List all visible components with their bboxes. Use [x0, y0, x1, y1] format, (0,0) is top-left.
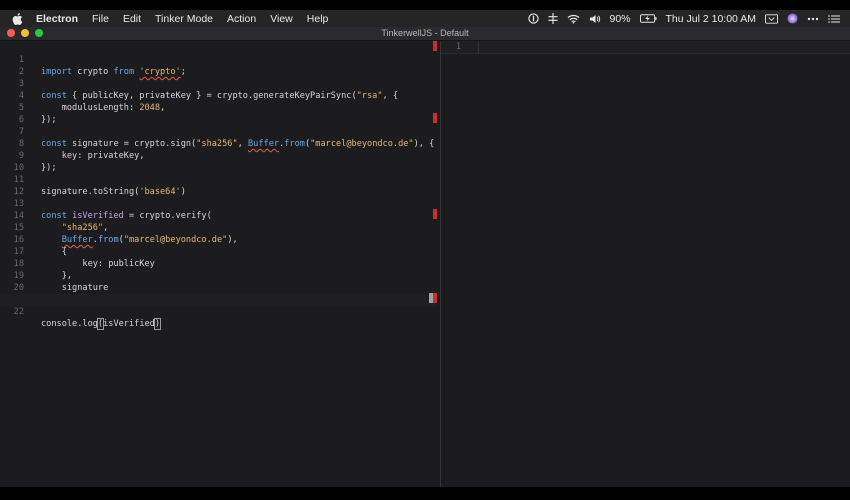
- code-line[interactable]: 11 signature.toString('base64'): [0, 162, 437, 197]
- menu-tinker-mode[interactable]: Tinker Mode: [155, 13, 213, 25]
- menu-edit[interactable]: Edit: [123, 13, 141, 25]
- error-marker[interactable]: [433, 209, 437, 219]
- volume-icon[interactable]: [589, 14, 601, 24]
- battery-percentage: 90%: [609, 12, 631, 25]
- app-window: TinkerwellJS - Default 1 import crypto f…: [0, 27, 850, 487]
- code-line[interactable]: 20 ): [0, 270, 437, 305]
- one-password-icon[interactable]: [527, 13, 539, 24]
- code-line[interactable]: 17 key: publicKey: [0, 234, 437, 269]
- code-editor[interactable]: 1 import crypto from 'crypto'; 2 3 const…: [0, 41, 437, 330]
- menubar-clock[interactable]: Thu Jul 2 10:00 AM: [666, 13, 756, 25]
- output-line[interactable]: 1: [441, 41, 850, 54]
- code-line[interactable]: 12: [0, 174, 437, 197]
- apple-icon[interactable]: [12, 12, 26, 25]
- line-number: 1: [455, 42, 461, 52]
- code-line[interactable]: 13 const isVerified = crypto.verify(: [0, 186, 437, 221]
- siri-icon[interactable]: [787, 13, 798, 24]
- code-line[interactable]: 8 key: privateKey,: [0, 126, 437, 161]
- menu-view[interactable]: View: [270, 13, 293, 25]
- line-number: 22: [13, 307, 24, 317]
- code-editor-pane[interactable]: 1 import crypto from 'crypto'; 2 3 const…: [0, 41, 437, 487]
- code-line[interactable]: 19 signature: [0, 258, 437, 293]
- code-line[interactable]: 4 modulusLength: 2048,: [0, 78, 437, 113]
- gutter-separator: [478, 41, 479, 53]
- battery-charging-icon[interactable]: [639, 14, 657, 23]
- code-line[interactable]: 5 });: [0, 90, 437, 125]
- wifi-icon[interactable]: [567, 14, 580, 24]
- menu-file[interactable]: File: [92, 13, 109, 25]
- code-text: console.log(isVerified): [41, 318, 162, 330]
- code-line[interactable]: 15 Buffer.from("marcel@beyondco.de"),: [0, 210, 437, 245]
- notification-center-icon[interactable]: [828, 14, 840, 24]
- menu-help[interactable]: Help: [307, 13, 329, 25]
- code-line[interactable]: 2: [0, 54, 437, 77]
- code-line[interactable]: 16 {: [0, 222, 437, 257]
- code-line[interactable]: 7 const signature = crypto.sign("sha256"…: [0, 114, 437, 149]
- error-marker[interactable]: [429, 293, 437, 303]
- text-cursor: [160, 318, 162, 329]
- code-line[interactable]: 1 import crypto from 'crypto';: [0, 42, 437, 77]
- window-titlebar[interactable]: TinkerwellJS - Default: [0, 27, 850, 41]
- code-line[interactable]: 10: [0, 150, 437, 173]
- menu-action[interactable]: Action: [227, 13, 256, 25]
- menu-app-name[interactable]: Electron: [36, 13, 78, 25]
- code-line[interactable]: 18 },: [0, 246, 437, 281]
- menu-bar: Electron File Edit Tinker Mode Action Vi…: [0, 10, 850, 27]
- code-line[interactable]: 14 "sha256",: [0, 198, 437, 233]
- error-marker[interactable]: [433, 113, 437, 123]
- code-line[interactable]: 6: [0, 102, 437, 125]
- code-line[interactable]: 3 const { publicKey, privateKey } = cryp…: [0, 66, 437, 101]
- window-title: TinkerwellJS - Default: [381, 28, 469, 38]
- code-line[interactable]: 21: [0, 282, 437, 305]
- error-marker[interactable]: [433, 41, 437, 51]
- crosshair-icon[interactable]: [547, 13, 558, 24]
- more-icon[interactable]: [807, 17, 819, 21]
- code-line-current[interactable]: 22 console.log(isVerified): [0, 294, 437, 330]
- code-line[interactable]: 9 });: [0, 138, 437, 173]
- output-pane[interactable]: 1: [441, 41, 850, 487]
- screen-mirroring-icon[interactable]: [765, 13, 778, 24]
